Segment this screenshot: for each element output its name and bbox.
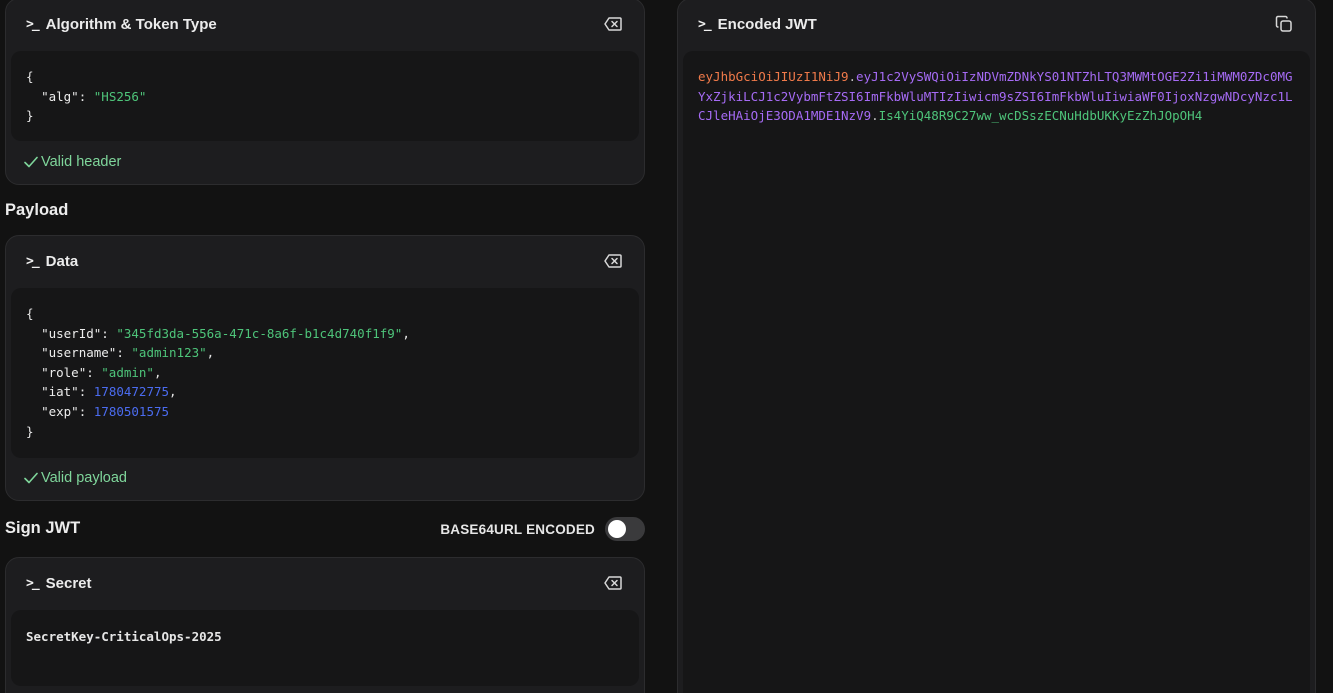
secret-input[interactable]: SecretKey-CriticalOps-2025: [11, 610, 639, 686]
clear-input-icon[interactable]: [602, 13, 624, 35]
jwt-header-part: eyJhbGciOiJIUzI1NiJ9: [698, 69, 849, 84]
header-card: >_ Algorithm & Token Type { "alg": "HS25…: [5, 0, 645, 185]
json-key-role: "role": [41, 364, 87, 380]
terminal-prompt-icon: >_: [698, 16, 712, 32]
encoded-card-title-text: Encoded JWT: [717, 15, 817, 33]
encoded-jwt-editor[interactable]: [683, 51, 1310, 693]
json-key-username: "username": [41, 345, 117, 361]
payload-valid-status: Valid payload: [24, 470, 127, 486]
json-value-userid: "345fd3da-556a-471c-8a6f-b1c4d740f1f9": [116, 325, 403, 341]
base64url-toggle-row: BASE64URL ENCODED: [440, 517, 645, 541]
json-close-brace: }: [26, 108, 34, 124]
payload-section-label: Payload: [5, 201, 69, 219]
secret-card: >_ Secret SecretKey-CriticalOps-2025: [5, 557, 645, 693]
check-icon: [24, 156, 38, 168]
json-value-exp: 1780501575: [93, 403, 170, 419]
payload-card-title: >_ Data: [26, 253, 78, 270]
json-close-brace: }: [26, 423, 34, 439]
header-valid-status: Valid header: [24, 154, 121, 170]
header-card-head: >_ Algorithm & Token Type: [6, 0, 644, 49]
jwt-signature-part: Is4YiQ48R9C27ww_wcDSszECNuHdbUKKyEzZhJOp…: [878, 108, 1203, 124]
json-key-exp: "exp": [41, 403, 79, 419]
toggle-knob: [608, 520, 626, 538]
check-icon: [24, 472, 38, 484]
clear-input-icon[interactable]: [602, 250, 624, 272]
payload-json-editor[interactable]: { "userId": "345fd3da-556a-471c-8a6f-b1c…: [11, 288, 639, 458]
payload-card-title-text: Data: [45, 252, 79, 270]
encoded-jwt-card: >_ Encoded JWT eyJhbGciOiJIUzI1NiJ9.eyJ1…: [677, 0, 1316, 693]
payload-valid-text: Valid payload: [41, 470, 127, 486]
json-key-iat: "iat": [41, 384, 79, 400]
json-value-username: "admin123": [131, 345, 207, 361]
json-open-brace: {: [26, 306, 34, 321]
header-card-title-text: Algorithm & Token Type: [45, 15, 217, 33]
header-valid-text: Valid header: [41, 154, 122, 170]
terminal-prompt-icon: >_: [26, 575, 40, 591]
clear-input-icon[interactable]: [602, 572, 624, 594]
encoded-card-head: >_ Encoded JWT: [678, 0, 1315, 49]
json-value-alg: "HS256": [93, 88, 147, 104]
sign-section-label: Sign JWT: [5, 519, 81, 537]
payload-card-head: >_ Data: [6, 236, 644, 286]
encoded-card-title: >_ Encoded JWT: [698, 16, 817, 33]
json-value-role: "admin": [101, 364, 154, 380]
json-open-brace: {: [26, 69, 34, 84]
secret-card-title: >_ Secret: [26, 575, 92, 592]
copy-icon[interactable]: [1273, 13, 1295, 35]
json-key-alg: "alg": [41, 88, 79, 104]
header-card-title: >_ Algorithm & Token Type: [26, 16, 217, 33]
base64url-toggle-label: BASE64URL ENCODED: [440, 521, 595, 537]
header-json-editor[interactable]: { "alg": "HS256" }: [11, 51, 639, 141]
jwt-separator-dot: .: [848, 69, 857, 84]
terminal-prompt-icon: >_: [26, 253, 40, 269]
json-value-iat: 1780472775: [93, 384, 170, 400]
base64url-toggle[interactable]: [605, 517, 645, 541]
secret-value: SecretKey-CriticalOps-2025: [26, 629, 222, 644]
encoded-jwt-text[interactable]: eyJhbGciOiJIUzI1NiJ9.eyJ1c2VySWQiOiIzNDV…: [698, 67, 1298, 126]
json-key-userid: "userId": [41, 325, 102, 341]
terminal-prompt-icon: >_: [26, 16, 40, 32]
payload-card: >_ Data { "userId": "345fd3da-556a-471c-…: [5, 235, 645, 501]
secret-card-head: >_ Secret: [6, 558, 644, 608]
jwt-separator-dot: .: [871, 108, 879, 124]
secret-card-title-text: Secret: [45, 574, 92, 592]
